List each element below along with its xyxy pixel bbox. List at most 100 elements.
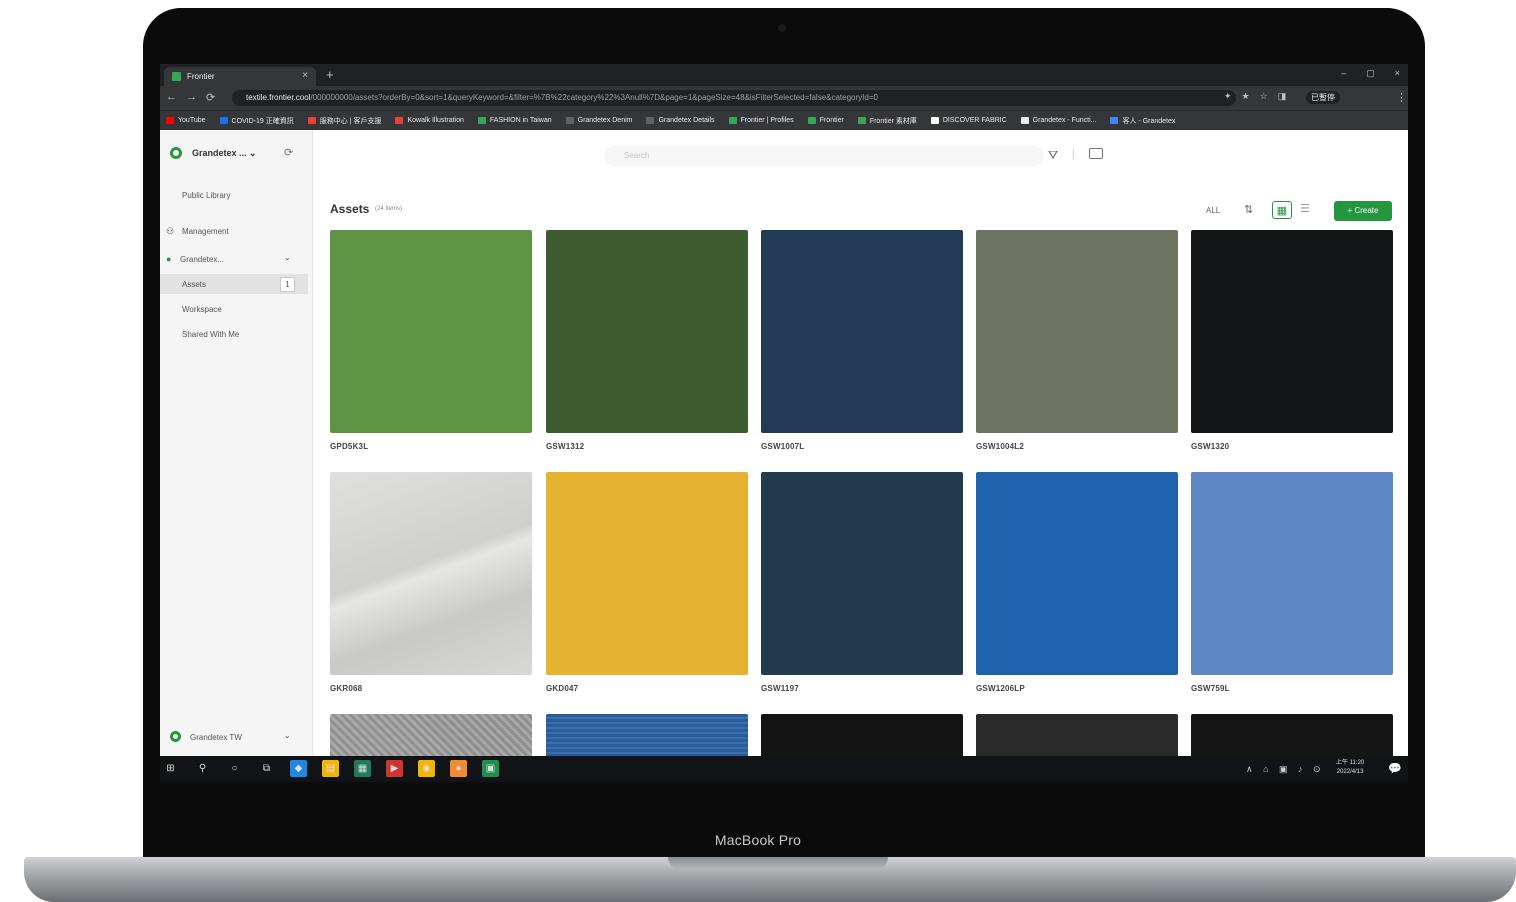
bookmark-item[interactable]: Grandetex Denim [565,117,632,124]
clock-time: 上午 11:20 [1336,760,1365,766]
extension-icon[interactable]: ✦ [1224,91,1232,102]
sidebar-item-shared[interactable]: Shared With Me [182,330,239,339]
list-view-button[interactable]: ☰ [1300,202,1310,215]
taskbar-app-icon[interactable]: ▤ [322,760,339,777]
sidebar-item-team[interactable]: Grandetex... [180,255,224,264]
screen: Frontier × + – ▢ × ← → ⟳ textile.frontie… [160,64,1408,782]
asset-card[interactable]: GSW1197 [761,472,963,693]
taskbar-app-icon[interactable]: ◆ [290,760,307,777]
fabric-swatch[interactable] [761,230,963,433]
asset-code: GSW759L [1191,684,1230,693]
bookmark-item[interactable]: Grandetex Details [646,117,715,124]
taskbar-app-icon[interactable]: ⧉ [258,760,275,777]
fabric-swatch[interactable] [546,230,748,433]
fabric-swatch[interactable] [330,230,532,433]
upload-badge[interactable]: 1 [280,277,295,292]
url-host: textile.frontier.cool [246,93,311,102]
sort-icon[interactable]: ⇅ [1244,203,1253,216]
fabric-swatch[interactable] [976,230,1178,433]
asset-card[interactable]: GSW1320 [1191,230,1393,451]
bookmark-item[interactable]: Kowalk Illustration [395,117,464,124]
bookmark-favicon-icon [646,117,655,124]
minimize-button[interactable]: – [1341,68,1346,79]
taskbar-app-icon[interactable]: ▦ [354,760,371,777]
bookmark-item[interactable]: DISCOVER FABRIC [930,117,1007,124]
bookmark-label: FASHION in Taiwan [489,117,552,124]
asset-card[interactable]: GSW1312 [546,230,748,451]
fabric-swatch[interactable] [1191,230,1393,433]
team-switcher[interactable]: Grandetex TW [190,733,242,742]
asset-card[interactable]: GSW1206LP [976,472,1178,693]
search-icon[interactable]: ⚲ [194,760,211,777]
bookmark-item[interactable]: YouTube [166,117,206,124]
browser-menu-icon[interactable]: ⋮ [1396,91,1407,104]
fabric-swatch[interactable] [546,472,748,675]
bookmark-label: YouTube [178,117,206,124]
fabric-swatch[interactable] [976,472,1178,675]
asset-card[interactable]: GSW759L [1191,472,1393,693]
bookmark-favicon-icon [307,117,316,124]
fabric-swatch[interactable] [330,472,532,675]
asset-card[interactable]: GSW1004L2 [976,230,1178,451]
bookmark-item[interactable]: Frontier | Profiles [728,117,794,124]
back-button[interactable]: ← [166,91,177,103]
filter-icon[interactable]: ⛛ [1048,148,1058,163]
asset-card[interactable]: GKD047 [546,472,748,693]
bookmark-item[interactable]: Frontier [807,117,844,124]
sidebar-item-workspace[interactable]: Workspace [182,305,222,314]
maximize-button[interactable]: ▢ [1366,68,1375,79]
asset-card[interactable]: GSW1007L [761,230,963,451]
laptop-brand-label: MacBook Pro [714,832,802,848]
start-icon[interactable]: ⊞ [162,760,179,777]
taskbar-app-icon[interactable]: ◉ [418,760,435,777]
bookmark-favicon-icon [1110,117,1119,124]
sidepanel-icon[interactable]: ◨ [1278,91,1287,102]
bookmark-item[interactable]: 服務中心 | 客戶支援 [307,116,381,126]
browser-tab[interactable]: Frontier × [164,67,316,86]
system-tray[interactable]: ∧ ⌂ ▣ ♪ ⊙ [1246,764,1325,775]
tab-close-icon[interactable]: × [302,70,308,81]
refresh-icon[interactable]: ⟳ [284,146,293,159]
taskbar-app-icon[interactable]: ○ [226,760,243,777]
sidebar-item-assets[interactable]: Assets 1 [160,274,308,294]
asset-code: GSW1320 [1191,442,1230,451]
bookmark-star-icon[interactable]: ☆ [1260,91,1268,102]
grid-view-button[interactable]: ▦ [1272,201,1292,219]
notification-icon[interactable]: 💬 [1388,762,1402,775]
image-search-icon[interactable] [1089,148,1103,159]
org-switcher[interactable]: Grandetex ... ⌄ [192,148,257,159]
reload-button[interactable]: ⟳ [206,91,215,104]
team-logo-icon [170,731,181,742]
new-tab-button[interactable]: + [326,67,334,82]
bookmark-item[interactable]: Grandetex - Functi... [1020,117,1096,124]
create-button[interactable]: + Create [1334,201,1392,221]
fabric-swatch[interactable] [761,472,963,675]
clock[interactable]: 上午 11:20 2022/4/13 [1336,759,1364,777]
close-window-button[interactable]: × [1395,68,1400,79]
extension-icon[interactable]: ★ [1242,91,1250,102]
sidebar-item-public-library[interactable]: Public Library [182,191,230,200]
bookmark-item[interactable]: 客人 - Grandetex [1110,116,1175,126]
url-bar[interactable]: textile.frontier.cool/000000000/assets?o… [232,90,1236,106]
profile-button[interactable]: 已暫停 [1306,91,1340,104]
search-input[interactable]: Search [604,146,1044,166]
asset-card[interactable]: GKR068 [330,472,532,693]
taskbar-app-icon[interactable]: ▣ [482,760,499,777]
bookmark-item[interactable]: COVID-19 正確資訊 [219,116,294,126]
forward-button[interactable]: → [186,91,197,103]
asset-code: GSW1312 [546,442,585,451]
bookmark-label: Frontier | Profiles [740,117,794,124]
taskbar-app-icon[interactable]: ▶ [386,760,403,777]
taskbar-app-icon[interactable]: ● [450,760,467,777]
bookmark-favicon-icon [166,117,174,124]
chevron-down-icon[interactable]: ⌄ [284,731,291,740]
bookmark-item[interactable]: FASHION in Taiwan [477,117,552,124]
sidebar-item-management[interactable]: Management [182,227,229,236]
chevron-down-icon[interactable]: ⌄ [284,253,291,262]
fabric-swatch[interactable] [1191,472,1393,675]
bookmark-favicon-icon [807,117,816,124]
bookmark-label: COVID-19 正確資訊 [231,117,294,125]
bookmark-item[interactable]: Frontier 素材庫 [857,116,917,126]
filter-all-button[interactable]: ALL [1206,206,1220,215]
asset-card[interactable]: GPD5K3L [330,230,532,451]
